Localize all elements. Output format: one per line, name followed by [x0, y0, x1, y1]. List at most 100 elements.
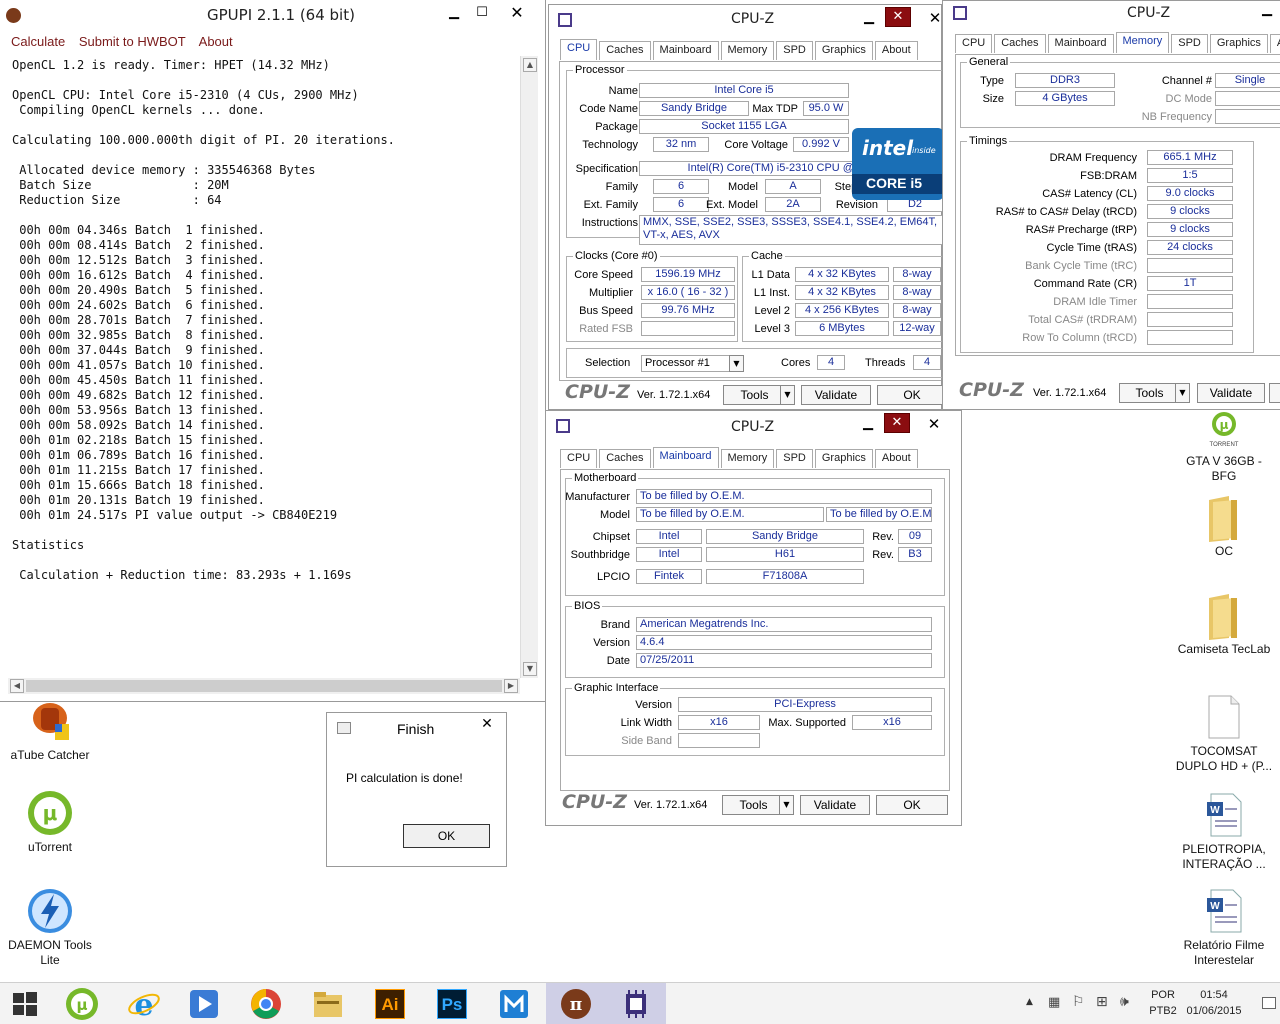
tab-caches[interactable]: Caches	[994, 34, 1046, 53]
volume-icon[interactable]: 🕪	[1120, 994, 1129, 1010]
chevron-down-icon[interactable]: ▼	[779, 795, 794, 815]
scroll-down-arrow-icon[interactable]: ▼	[523, 662, 537, 676]
scroll-right-arrow-icon[interactable]: ▶	[504, 679, 518, 693]
desktop-icon-gta[interactable]: μ TORRENT GTA V 36GB - BFG	[1174, 410, 1274, 484]
show-desktop-button[interactable]	[1262, 997, 1276, 1009]
label-specification: Specification	[575, 163, 638, 175]
close-button-disabled[interactable]: ✕	[885, 7, 911, 27]
desktop-icon-atube[interactable]: aTube Catcher	[0, 700, 100, 762]
ok-button[interactable]: OK	[876, 795, 948, 815]
menu-calculate[interactable]: Calculate	[11, 34, 65, 49]
action-center-flag-icon[interactable]: ⚐	[1072, 994, 1085, 1010]
menu-about[interactable]: About	[199, 34, 233, 49]
taskbar-internet-explorer[interactable]: e	[114, 983, 174, 1024]
tab-cpu[interactable]: CPU	[560, 449, 598, 468]
scroll-thumb[interactable]	[26, 680, 502, 692]
language-indicator[interactable]: POR PTB2	[1146, 987, 1180, 1019]
taskbar-illustrator[interactable]: Ai	[360, 983, 420, 1024]
illustrator-icon: Ai	[375, 989, 405, 1019]
taskbar-cpuz[interactable]	[606, 983, 666, 1024]
validate-button[interactable]: Validate	[1197, 383, 1265, 403]
minimize-button[interactable]: ▁	[442, 4, 466, 22]
scroll-up-arrow-icon[interactable]: ▲	[523, 58, 537, 72]
menu-submit-hwbot[interactable]: Submit to HWBOT	[79, 34, 186, 49]
cpuz-logo: CPU-Z	[959, 379, 1024, 401]
gpupi-pi-icon: π	[561, 989, 591, 1019]
vertical-scrollbar[interactable]: ▲ ▼	[520, 56, 538, 678]
taskbar-chrome[interactable]	[236, 983, 296, 1024]
desktop-icon-camiseta[interactable]: Camiseta TecLab	[1174, 592, 1274, 656]
chevron-down-icon[interactable]: ▼	[729, 355, 744, 372]
maximize-button[interactable]: ☐	[470, 4, 494, 22]
desktop-icon-daemon-tools[interactable]: DAEMON Tools Lite	[0, 888, 100, 968]
desktop-icon-relatorio[interactable]: W Relatório Filme Interestelar	[1174, 888, 1274, 968]
tab-memory[interactable]: Memory	[720, 41, 775, 60]
desktop-icon-tocomsat[interactable]: TOCOMSAT DUPLO HD + (P...	[1174, 694, 1274, 774]
tab-mainboard[interactable]: Mainboard	[652, 41, 719, 60]
taskbar-maxthon[interactable]	[484, 983, 544, 1024]
cpuz-memory-titlebar[interactable]: CPU-Z ▁	[943, 1, 1280, 31]
tab-spd[interactable]: SPD	[776, 41, 813, 60]
minimize-button[interactable]: ▁	[857, 9, 881, 27]
tools-button[interactable]: Tools	[723, 385, 785, 405]
taskbar-file-explorer[interactable]	[298, 983, 358, 1024]
tab-about[interactable]: About	[874, 449, 918, 468]
horizontal-scrollbar[interactable]: ◀ ▶	[8, 678, 520, 694]
taskbar-utorrent[interactable]: μ	[52, 983, 112, 1024]
taskbar-gpupi[interactable]: π	[546, 983, 606, 1024]
tab-caches[interactable]: Caches	[599, 41, 651, 60]
tab-mainboard[interactable]: Mainboard	[652, 447, 719, 468]
chevron-down-icon[interactable]: ▼	[1175, 383, 1190, 403]
scroll-left-arrow-icon[interactable]: ◀	[10, 679, 24, 693]
start-button[interactable]	[0, 983, 50, 1024]
minimize-button[interactable]: ▁	[1255, 1, 1279, 19]
row-to-column-field	[1147, 330, 1233, 345]
ok-button[interactable]: OK	[877, 385, 947, 405]
validate-button[interactable]: Validate	[801, 385, 871, 405]
tools-button[interactable]: Tools	[722, 795, 784, 815]
desktop-icon-utorrent[interactable]: μ uTorrent	[0, 790, 100, 854]
ok-button-partial[interactable]	[1269, 383, 1280, 403]
tab-graphics[interactable]: Graphics	[814, 449, 873, 468]
cpuz-cpu-titlebar[interactable]: CPU-Z ▁ ✕ ✕	[549, 5, 941, 35]
cpuz-mainboard-titlebar[interactable]: CPU-Z ▁ ✕ ✕	[546, 411, 961, 441]
taskbar-photoshop[interactable]: Ps	[422, 983, 482, 1024]
minimize-button[interactable]: ▁	[856, 415, 880, 433]
tab-caches[interactable]: Caches	[599, 449, 651, 468]
gpupi-titlebar[interactable]: GPUPI 2.1.1 (64 bit) ▁ ☐ ✕	[0, 0, 545, 30]
tab-about[interactable]: About	[1269, 34, 1280, 53]
tab-spd[interactable]: SPD	[776, 449, 813, 468]
tab-graphics[interactable]: Graphics	[1209, 34, 1268, 53]
clock[interactable]: 01:54 01/06/2015	[1184, 987, 1244, 1019]
version-label: Ver. 1.72.1.x64	[637, 389, 711, 401]
tab-memory[interactable]: Memory	[1115, 32, 1170, 53]
network-status-icon[interactable]: ⊞	[1096, 994, 1108, 1010]
tab-memory[interactable]: Memory	[720, 449, 775, 468]
fsb-dram-field: 1:5	[1147, 168, 1233, 183]
dialog-ok-button[interactable]: OK	[403, 824, 490, 848]
desktop-icon-oc[interactable]: OC	[1174, 494, 1274, 558]
label-instructions: Instructions	[581, 217, 638, 229]
close-button[interactable]: ✕	[922, 415, 946, 433]
tab-graphics[interactable]: Graphics	[814, 41, 873, 60]
close-button[interactable]: ✕	[505, 4, 529, 22]
taskbar-media-player[interactable]	[174, 983, 234, 1024]
dialog-close-button[interactable]: ✕	[475, 715, 499, 733]
tab-about[interactable]: About	[874, 41, 918, 60]
tab-cpu[interactable]: CPU	[955, 34, 993, 53]
tools-button[interactable]: Tools	[1119, 383, 1179, 403]
desktop-icon-label: aTube Catcher	[10, 748, 90, 762]
tab-cpu[interactable]: CPU	[560, 39, 598, 60]
network-icon[interactable]: ▦	[1048, 995, 1060, 1010]
validate-button[interactable]: Validate	[800, 795, 870, 815]
processor-select[interactable]: Processor #1	[641, 355, 733, 372]
chevron-down-icon[interactable]: ▼	[780, 385, 795, 405]
tab-mainboard[interactable]: Mainboard	[1047, 34, 1114, 53]
tab-spd[interactable]: SPD	[1171, 34, 1208, 53]
show-hidden-icons-chevron-icon[interactable]: ▲	[1026, 997, 1033, 1007]
clocks-group: Clocks (Core #0) Core Speed 1596.19 MHz …	[566, 250, 738, 342]
cpuz-tabbar: CPU Caches Mainboard Memory SPD Graphics…	[560, 39, 918, 61]
desktop-icon-pleiotropia[interactable]: W PLEIOTROPIA, INTERAÇÃO ...	[1174, 792, 1274, 872]
dialog-app-icon	[337, 722, 351, 734]
close-button-disabled[interactable]: ✕	[884, 413, 910, 433]
